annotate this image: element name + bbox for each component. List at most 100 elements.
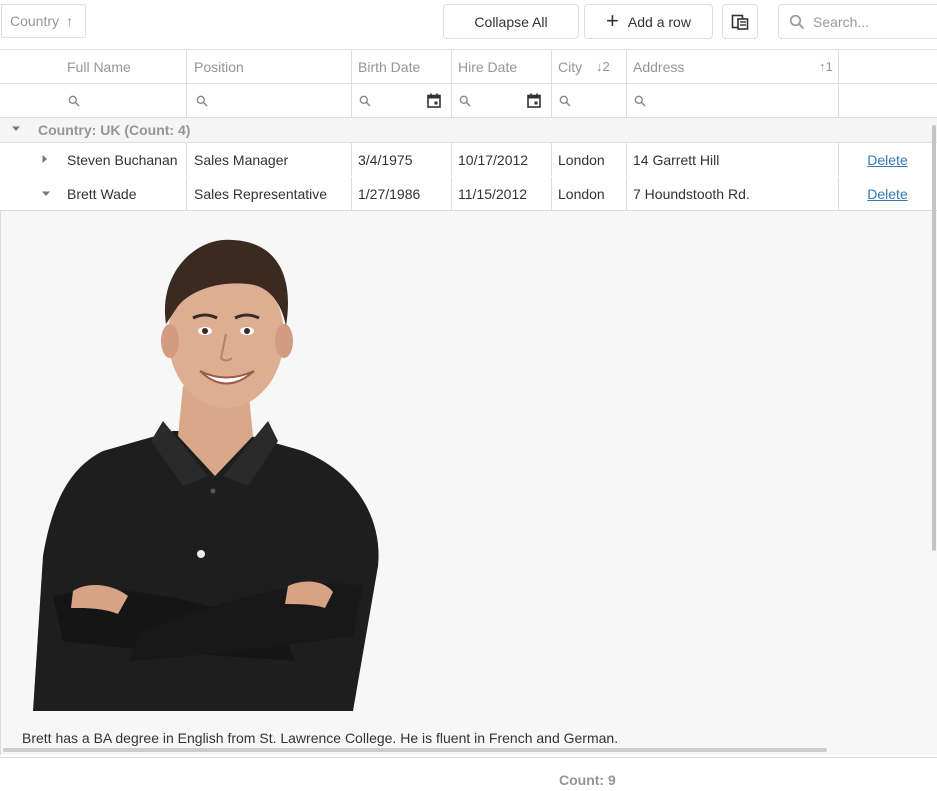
cell-actions: Delete — [838, 177, 937, 210]
search-icon — [196, 95, 208, 107]
column-divider — [551, 50, 552, 83]
plus-icon: + — [606, 7, 619, 33]
collapse-caret-icon[interactable] — [11, 126, 21, 132]
column-chooser-icon — [731, 14, 749, 30]
column-divider — [351, 50, 352, 83]
vertical-scrollbar[interactable] — [932, 125, 936, 551]
column-divider — [626, 50, 627, 83]
filter-cell-birth-date[interactable] — [351, 84, 451, 117]
cell-address: 7 Houndstooth Rd. — [633, 185, 750, 202]
sort-index: 1 — [825, 59, 833, 74]
search-icon — [789, 14, 805, 29]
column-header-birth-date[interactable]: Birth Date — [351, 50, 451, 83]
calendar-icon[interactable] — [427, 93, 441, 108]
total-count-summary: Count: 9 — [559, 772, 616, 788]
column-header-label: City — [558, 58, 583, 75]
search-icon — [459, 95, 471, 107]
grid-footer: Count: 9 — [0, 757, 937, 791]
sort-ascending-icon: ↑1 — [819, 59, 833, 74]
column-divider — [838, 177, 839, 210]
sort-ascending-icon: ↑ — [66, 13, 74, 29]
group-row-label: Country: UK (Count: 4) — [38, 122, 191, 138]
filter-cell-address[interactable] — [626, 84, 838, 117]
cell-actions: Delete — [838, 143, 937, 176]
delete-link[interactable]: Delete — [867, 186, 907, 202]
group-chip-label: Country — [10, 13, 60, 29]
search-panel[interactable] — [778, 4, 937, 39]
search-icon — [634, 95, 646, 107]
column-divider — [838, 50, 839, 83]
search-icon — [68, 95, 80, 107]
filter-cell-position[interactable] — [187, 84, 351, 117]
table-row[interactable]: Steven Buchanan Sales Manager 3/4/1975 1… — [0, 143, 937, 177]
group-panel-chip-country[interactable]: Country ↑ — [1, 4, 86, 38]
sort-descending-icon: ↓2 — [596, 59, 610, 74]
add-row-button[interactable]: + Add a row — [584, 4, 713, 39]
delete-link[interactable]: Delete — [867, 152, 907, 168]
filter-cell-full-name[interactable] — [60, 84, 187, 117]
expand-cell[interactable] — [0, 143, 60, 176]
expand-caret-icon[interactable] — [42, 154, 48, 164]
cell-position: Sales Manager — [194, 151, 289, 168]
add-row-label: Add a row — [627, 13, 691, 30]
column-divider — [838, 84, 839, 117]
group-row-uk[interactable]: Country: UK (Count: 4) — [0, 118, 937, 143]
cell-hire-date: 11/15/2012 — [458, 185, 528, 202]
cell-full-name: Brett Wade — [67, 185, 137, 202]
search-icon — [559, 95, 571, 107]
cell-birth-date: 1/27/1986 — [358, 185, 421, 202]
column-header-label: Birth Date — [358, 58, 421, 75]
cell-city: London — [558, 185, 605, 202]
column-chooser-button[interactable] — [722, 4, 758, 39]
employee-photo — [33, 239, 379, 711]
table-row[interactable]: Brett Wade Sales Representative 1/27/198… — [0, 177, 937, 211]
column-divider — [186, 177, 187, 210]
column-header-label: Hire Date — [458, 58, 518, 75]
column-divider — [451, 143, 452, 176]
column-divider — [838, 143, 839, 176]
employee-note: Brett has a BA degree in English from St… — [22, 730, 619, 746]
column-divider — [351, 177, 352, 210]
search-input[interactable] — [813, 13, 933, 30]
collapse-caret-icon[interactable] — [41, 191, 51, 197]
column-divider — [186, 143, 187, 176]
cell-position: Sales Representative — [194, 185, 328, 202]
column-divider — [451, 177, 452, 210]
filter-row — [0, 84, 937, 118]
cell-address: 14 Garrett Hill — [633, 151, 720, 168]
cell-city: London — [558, 151, 605, 168]
column-header-label: Full Name — [67, 58, 131, 75]
cell-full-name: Steven Buchanan — [67, 151, 178, 168]
column-divider — [351, 143, 352, 176]
column-divider — [626, 177, 627, 210]
filter-cell-hire-date[interactable] — [451, 84, 551, 117]
column-header-label: Address — [633, 58, 685, 75]
calendar-icon[interactable] — [527, 93, 541, 108]
horizontal-scrollbar[interactable] — [3, 748, 827, 752]
column-header-address[interactable]: Address ↑1 — [626, 50, 838, 83]
column-divider — [351, 84, 352, 117]
filter-cell-city[interactable] — [551, 84, 626, 117]
expand-cell[interactable] — [0, 177, 60, 210]
column-divider — [186, 84, 187, 117]
cell-hire-date: 10/17/2012 — [458, 151, 529, 168]
row-detail-panel: Brett has a BA degree in English from St… — [0, 211, 937, 755]
collapse-all-button[interactable]: Collapse All — [443, 4, 579, 39]
cell-birth-date: 3/4/1975 — [358, 151, 413, 168]
column-header-position[interactable]: Position — [187, 50, 351, 83]
column-divider — [551, 84, 552, 117]
grid-toolbar: Country ↑ Collapse All + Add a row — [0, 0, 937, 50]
column-header-city[interactable]: City ↓2 — [551, 50, 626, 83]
column-divider — [626, 84, 627, 117]
column-divider — [626, 143, 627, 176]
column-divider — [186, 50, 187, 83]
employees-data-grid: Country ↑ Collapse All + Add a row Searc… — [0, 0, 937, 791]
column-header-label: Position — [194, 58, 244, 75]
column-divider — [551, 143, 552, 176]
search-icon — [359, 95, 371, 107]
column-header-full-name[interactable]: Full Name — [60, 50, 187, 83]
column-divider — [451, 50, 452, 83]
column-header-hire-date[interactable]: Hire Date — [451, 50, 551, 83]
column-header-row: Full Name Position Birth Date Hire Date … — [0, 49, 937, 84]
sort-index: 2 — [602, 59, 610, 74]
